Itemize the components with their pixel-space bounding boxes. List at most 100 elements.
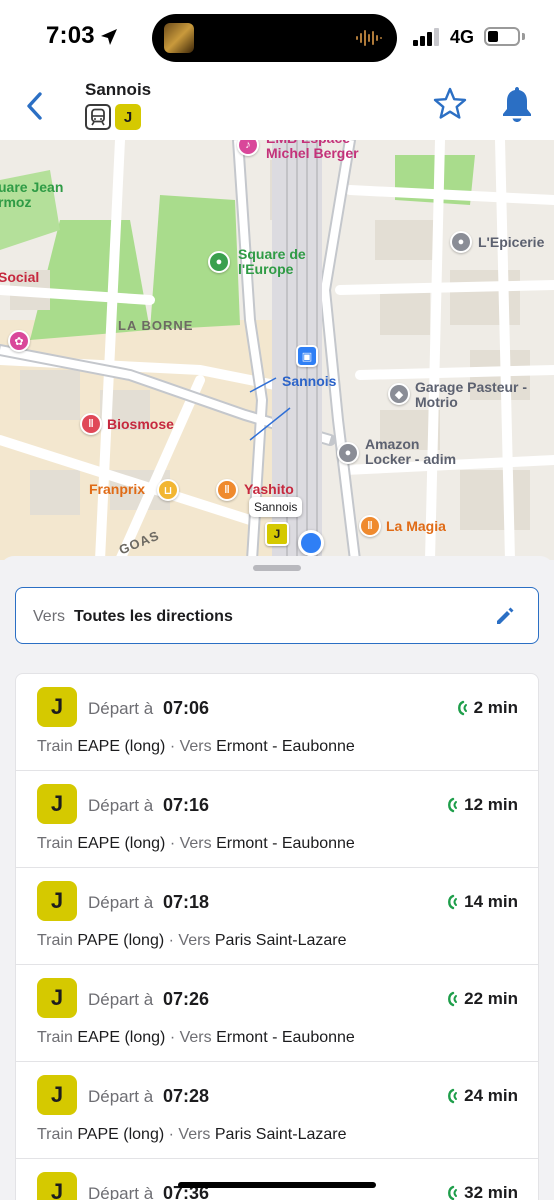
departure-time: 07:18 <box>163 892 210 912</box>
departure-row[interactable]: J Départ à 07:28 24 min Train PAPE (long… <box>16 1062 538 1159</box>
vers-label: Vers <box>179 835 212 852</box>
map-view[interactable]: ♪ EMB Espace Michel Berger uare Jean rmo… <box>0 140 554 560</box>
mission-code: PAPE (long) <box>77 932 165 949</box>
network-type: 4G <box>450 27 475 47</box>
audio-waveform-icon <box>356 30 382 46</box>
vers-label: Vers <box>178 1126 211 1143</box>
wait-time: 22 min <box>444 989 518 1009</box>
direction-value: Toutes les directions <box>74 608 233 625</box>
status-bar: 7:03 4G <box>0 0 554 76</box>
map-label-yashito: Yashito <box>244 481 294 497</box>
departure-prefix: Départ à <box>88 699 154 718</box>
wait-time: 14 min <box>444 892 518 912</box>
cellular-signal-icon <box>413 28 439 46</box>
mission-code: EAPE (long) <box>77 1029 166 1046</box>
wait-time: 2 min <box>454 698 518 718</box>
departure-time: 07:16 <box>163 795 210 815</box>
map-label-la-magia: La Magia <box>386 518 446 534</box>
shop-poi-icon[interactable]: ● <box>450 231 472 253</box>
separator: · <box>168 932 174 949</box>
user-location-dot <box>298 530 324 556</box>
transport-mode: Train <box>37 738 73 755</box>
restaurant-poi-icon[interactable]: ǁ <box>80 413 102 435</box>
star-icon[interactable] <box>432 86 468 122</box>
grocery-poi-icon[interactable]: ⊔ <box>157 479 179 501</box>
wait-time: 32 min <box>444 1183 518 1200</box>
departure-prefix: Départ à <box>88 990 154 1009</box>
wait-minutes: 24 min <box>464 1086 518 1105</box>
realtime-icon <box>448 1185 458 1200</box>
restaurant-poi-icon[interactable]: ǁ <box>216 479 238 501</box>
departure-row[interactable]: J Départ à 07:26 22 min Train EAPE (long… <box>16 965 538 1062</box>
line-j-badge: J <box>37 1172 77 1200</box>
realtime-icon <box>448 991 458 1007</box>
separator: · <box>169 738 176 755</box>
wait-minutes: 32 min <box>464 1183 518 1200</box>
mission-code: EAPE (long) <box>77 738 166 755</box>
park-poi-icon[interactable]: ● <box>208 251 230 273</box>
line-j-badge: J <box>37 687 77 727</box>
station-title: Sannois <box>85 80 152 99</box>
map-label-emb: EMB Espace Michel Berger <box>266 140 359 161</box>
home-indicator <box>178 1182 376 1188</box>
line-j-badge: J <box>37 978 77 1018</box>
departure-prefix: Départ à <box>88 893 154 912</box>
map-label-garage: Garage Pasteur - Motrio <box>415 379 528 410</box>
map-label-square-jean: uare Jean rmoz <box>0 179 64 210</box>
map-label-social: Social <box>0 269 40 285</box>
departure-details: Train PAPE (long) · Vers Paris Saint-Laz… <box>37 1126 347 1144</box>
departure-row[interactable]: J Départ à 07:36 32 min <box>16 1159 538 1200</box>
bell-icon[interactable] <box>500 84 534 124</box>
destination: Ermont - Eaubonne <box>216 738 355 755</box>
wait-time: 24 min <box>444 1086 518 1106</box>
train-station-poi-icon[interactable]: ▣ <box>296 345 318 367</box>
departure-prefix: Départ à <box>88 1184 154 1200</box>
departures-list: J Départ à 07:06 2 min Train EAPE (long)… <box>15 673 539 1200</box>
map-label-franprix: Franprix <box>89 481 146 497</box>
departure-row[interactable]: J Départ à 07:06 2 min Train EAPE (long)… <box>16 674 538 771</box>
line-j-badge: J <box>115 104 141 130</box>
chevron-left-icon[interactable] <box>22 88 52 124</box>
map-label-amazon: Amazon Locker - adim <box>365 436 457 467</box>
transport-mode: Train <box>37 835 73 852</box>
mission-code: EAPE (long) <box>77 835 166 852</box>
departure-prefix: Départ à <box>88 796 154 815</box>
departure-row[interactable]: J Départ à 07:16 12 min Train EAPE (long… <box>16 771 538 868</box>
pet-poi-icon[interactable]: ✿ <box>8 330 30 352</box>
wait-minutes: 2 min <box>473 698 518 717</box>
departure-row[interactable]: J Départ à 07:18 14 min Train PAPE (long… <box>16 868 538 965</box>
transport-mode: Train <box>37 1029 73 1046</box>
destination: Paris Saint-Lazare <box>214 1126 347 1143</box>
vers-label: Vers <box>179 1029 212 1046</box>
pencil-icon[interactable] <box>494 605 516 627</box>
departures-sheet: Vers Toutes les directions J Départ à 07… <box>0 556 554 1200</box>
departure-details: Train PAPE (long) · Vers Paris Saint-Laz… <box>37 932 347 950</box>
transport-mode: Train <box>37 932 73 949</box>
line-j-badge: J <box>37 881 77 921</box>
restaurant-poi-icon[interactable]: ǁ <box>359 515 381 537</box>
vers-label: Vers <box>179 738 212 755</box>
separator: · <box>169 835 176 852</box>
map-label-epicerie: L'Epicerie <box>478 234 545 250</box>
car-repair-poi-icon[interactable]: ◆ <box>388 383 410 405</box>
destination: Ermont - Eaubonne <box>216 1029 355 1046</box>
station-callout[interactable]: Sannois <box>249 497 303 517</box>
transport-mode: Train <box>37 1126 73 1143</box>
wait-minutes: 14 min <box>464 892 518 911</box>
location-arrow-icon <box>101 29 117 45</box>
status-time: 7:03 <box>46 22 95 49</box>
direction-selector[interactable]: Vers Toutes les directions <box>15 587 539 644</box>
battery-tip <box>522 33 525 40</box>
locker-poi-icon[interactable]: ● <box>337 442 359 464</box>
departure-details: Train EAPE (long) · Vers Ermont - Eaubon… <box>37 738 355 756</box>
battery-level <box>488 31 498 42</box>
sheet-grabber[interactable] <box>253 565 301 571</box>
map-label-la-borne: LA BORNE <box>118 318 194 333</box>
map-label-sannois: Sannois <box>282 373 337 389</box>
wait-time: 12 min <box>444 795 518 815</box>
battery-icon <box>484 27 520 46</box>
destination: Ermont - Eaubonne <box>216 835 355 852</box>
line-j-map-pin[interactable]: J <box>265 522 289 546</box>
departure-time: 07:06 <box>163 698 210 718</box>
separator: · <box>168 1126 174 1143</box>
